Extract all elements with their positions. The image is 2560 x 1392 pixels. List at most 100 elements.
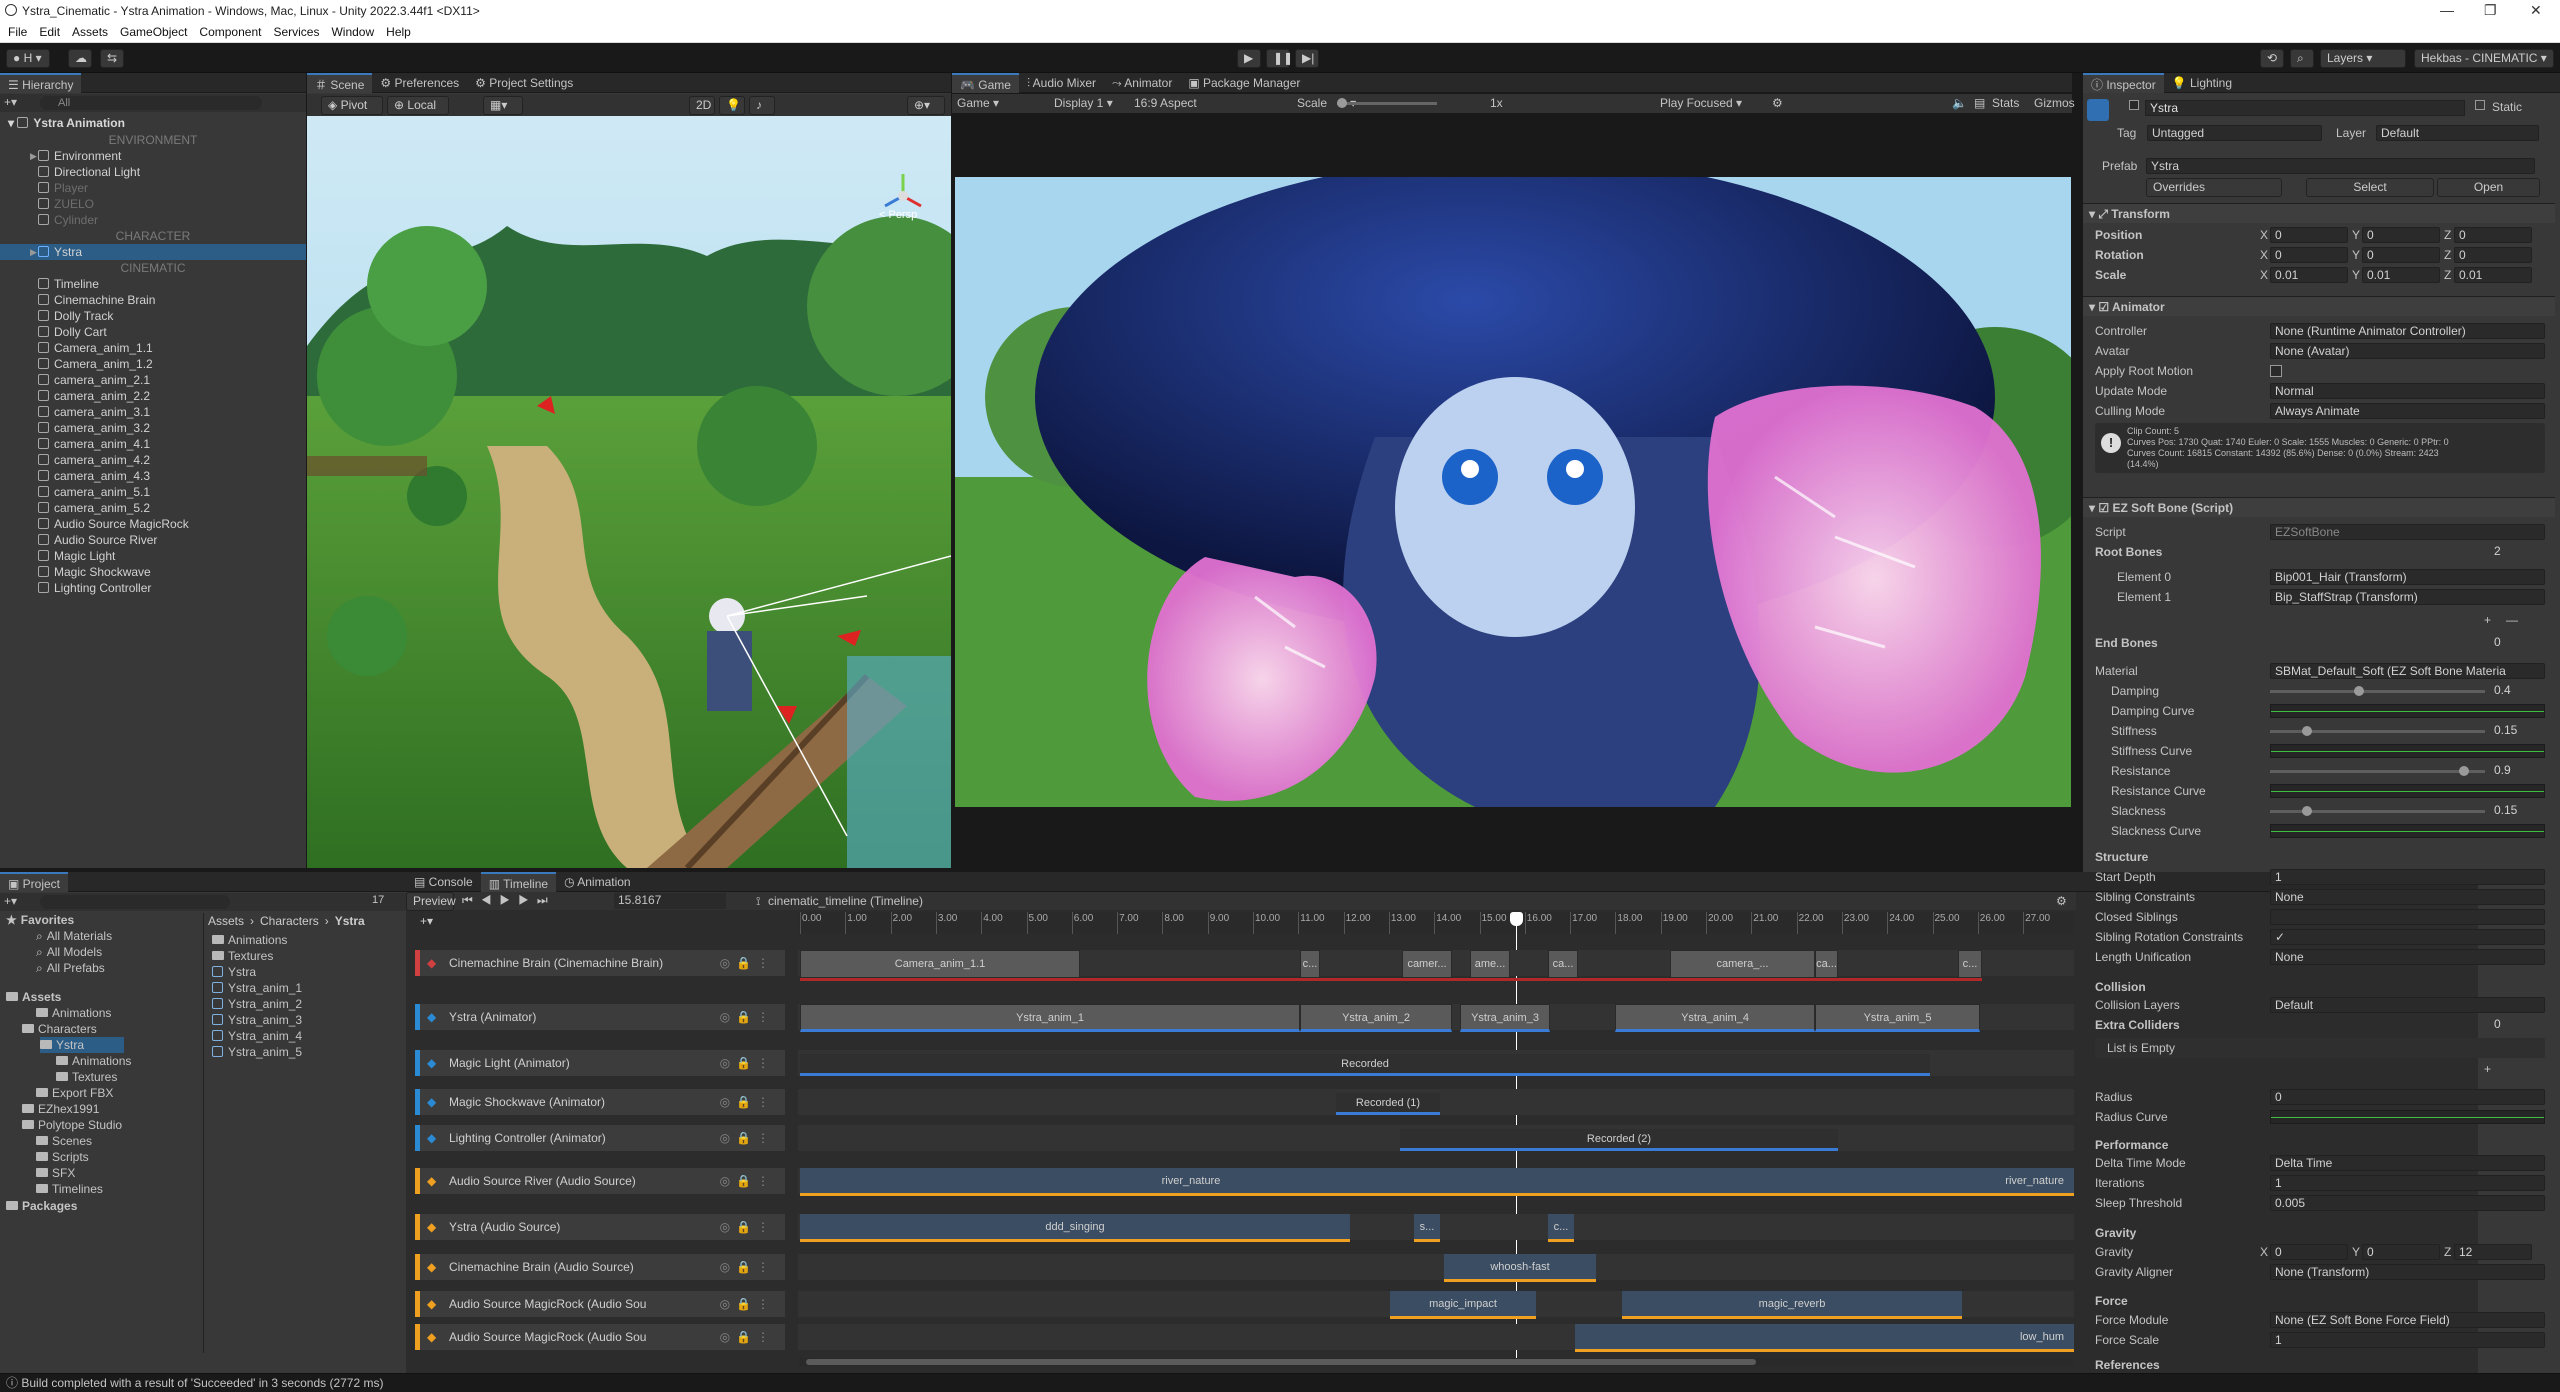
account-button[interactable]: ● H ▾ bbox=[6, 49, 50, 68]
bone-element-field[interactable]: Bip_StaffStrap (Transform) bbox=[2270, 589, 2545, 605]
hierarchy-item[interactable]: Dolly Cart bbox=[0, 324, 306, 340]
tab-preferences[interactable]: ⚙ Preferences bbox=[372, 73, 467, 93]
softbone-header[interactable]: ▾ ☑ EZ Soft Bone (Script) bbox=[2083, 497, 2555, 517]
breadcrumb-assets[interactable]: Assets bbox=[208, 914, 244, 928]
hierarchy-item[interactable]: CHARACTER bbox=[0, 228, 306, 244]
param-value[interactable]: 0.15 bbox=[2490, 723, 2545, 739]
scale-slider-knob[interactable] bbox=[1337, 98, 1347, 108]
hierarchy-item[interactable]: camera_anim_4.3 bbox=[0, 468, 306, 484]
tab-package-manager[interactable]: ▣ Package Manager bbox=[1180, 73, 1308, 93]
stats-icon[interactable]: ▤ bbox=[1974, 94, 1985, 113]
object-name-field[interactable]: Ystra bbox=[2145, 100, 2465, 116]
tab-game[interactable]: 🎮 Game bbox=[952, 72, 1019, 93]
maximize-icon[interactable]: ❐ bbox=[2484, 2, 2497, 19]
timeline-track-header[interactable]: ◆ Ystra (Animator) ◎🔒⋮ bbox=[415, 1004, 785, 1030]
track-controls[interactable]: ◎🔒⋮ bbox=[720, 1291, 775, 1317]
project-tree-item[interactable]: Scripts bbox=[36, 1149, 89, 1165]
active-checkbox[interactable] bbox=[2129, 100, 2139, 110]
gravity-gy-field[interactable]: 0 bbox=[2362, 1244, 2440, 1260]
project-file-item[interactable]: Ystra_anim_4 bbox=[212, 1028, 302, 1044]
hierarchy-item[interactable]: ▶ Ystra bbox=[0, 244, 306, 260]
param-value[interactable]: 0.9 bbox=[2490, 763, 2545, 779]
menu-window[interactable]: Window bbox=[331, 22, 374, 43]
audio-clip[interactable]: magic_reverb bbox=[1622, 1291, 1962, 1319]
local-toggle[interactable]: ⊕ Local bbox=[387, 96, 449, 115]
prefab-field[interactable]: Ystra bbox=[2146, 158, 2535, 174]
tab-scene[interactable]: ＃ Scene bbox=[307, 72, 373, 93]
recorded-clip[interactable]: Recorded (1) bbox=[1336, 1093, 1440, 1115]
timeline-track-header[interactable]: ◆ Cinemachine Brain (Audio Source) ◎🔒⋮ bbox=[415, 1254, 785, 1280]
persp-label[interactable]: < Persp bbox=[879, 209, 917, 221]
foldout-icon[interactable]: ▶ bbox=[30, 244, 37, 260]
animation-clip[interactable]: Ystra_anim_5 bbox=[1815, 1004, 1980, 1032]
audio-clip[interactable]: s... bbox=[1414, 1214, 1440, 1242]
audio-clip[interactable]: c... bbox=[1548, 1214, 1574, 1242]
scene-viewport[interactable]: < Persp bbox=[307, 116, 951, 868]
timeline-settings-icon[interactable]: ⚙ bbox=[2056, 894, 2067, 908]
project-tree-item[interactable]: ⌕ All Materials bbox=[36, 928, 112, 944]
track-controls[interactable]: ◎🔒⋮ bbox=[720, 1089, 775, 1115]
project-tree-item[interactable]: SFX bbox=[36, 1165, 75, 1181]
hierarchy-search-input[interactable]: All bbox=[40, 96, 262, 110]
animation-clip[interactable]: Ystra_anim_1 bbox=[800, 1004, 1300, 1032]
breadcrumb-ystra[interactable]: Ystra bbox=[335, 914, 365, 928]
animator-field[interactable]: Normal bbox=[2270, 383, 2545, 399]
timeline-track-header[interactable]: ◆ Audio Source MagicRock (Audio Sou ◎🔒⋮ bbox=[415, 1324, 785, 1350]
script-field[interactable]: EZSoftBone bbox=[2270, 524, 2545, 540]
hierarchy-item[interactable]: ENVIRONMENT bbox=[0, 132, 306, 148]
collision-layers-field[interactable]: Default bbox=[2270, 997, 2545, 1013]
project-tree-item[interactable]: Assets bbox=[6, 989, 61, 1005]
camera-clip[interactable]: camera_... bbox=[1670, 950, 1815, 978]
timeline-asset-name[interactable]: cinematic_timeline (Timeline) bbox=[768, 894, 923, 908]
lighting-icon[interactable]: 💡 bbox=[719, 96, 745, 115]
track-controls[interactable]: ◎🔒⋮ bbox=[720, 950, 775, 976]
audio-clip[interactable]: river_nature bbox=[1582, 1168, 2074, 1196]
tab-project-settings[interactable]: ⚙ Project Settings bbox=[467, 73, 581, 93]
breadcrumb-characters[interactable]: Characters bbox=[260, 914, 319, 928]
transform-y-field[interactable]: 0 bbox=[2362, 247, 2440, 263]
animation-clip[interactable]: Ystra_anim_2 bbox=[1300, 1004, 1452, 1032]
camera-clip[interactable]: c... bbox=[1300, 950, 1320, 978]
param-slider[interactable] bbox=[2270, 726, 2485, 736]
param-slider-knob[interactable] bbox=[2354, 686, 2364, 696]
hierarchy-item[interactable]: ZUELO bbox=[0, 196, 306, 212]
extra-colliders-field[interactable]: 0 bbox=[2490, 1017, 2545, 1033]
tab-animation[interactable]: ◷ Animation bbox=[556, 872, 639, 892]
cloud-icon[interactable]: ☁ bbox=[68, 49, 92, 68]
animation-clip[interactable]: Ystra_anim_3 bbox=[1460, 1004, 1550, 1032]
layout-dropdown[interactable]: Hekbas - CINEMATIC ▾ bbox=[2414, 49, 2554, 68]
project-tree-item[interactable]: Export FBX bbox=[36, 1085, 113, 1101]
pause-button[interactable]: ❚❚ bbox=[1266, 49, 1293, 68]
hierarchy-item[interactable]: Timeline bbox=[0, 276, 306, 292]
open-button[interactable]: Open bbox=[2437, 178, 2540, 197]
preview-toggle[interactable]: Preview bbox=[406, 892, 456, 911]
menu-services[interactable]: Services bbox=[273, 22, 319, 43]
menu-gameobject[interactable]: GameObject bbox=[120, 22, 187, 43]
audio-clip[interactable]: magic_impact bbox=[1390, 1291, 1536, 1319]
track-controls[interactable]: ◎🔒⋮ bbox=[720, 1214, 775, 1240]
timeline-scrollbar[interactable] bbox=[798, 1358, 2074, 1366]
project-file-item[interactable]: Ystra_anim_3 bbox=[212, 1012, 302, 1028]
structure-field-field[interactable]: 1 bbox=[2270, 869, 2545, 885]
minimize-icon[interactable]: — bbox=[2440, 2, 2454, 18]
project-tree-item[interactable]: ⌕ All Prefabs bbox=[36, 960, 105, 976]
project-tree-item[interactable]: Timelines bbox=[36, 1181, 103, 1197]
status-message[interactable]: Build completed with a result of 'Succee… bbox=[21, 1376, 383, 1390]
radius-curve-field[interactable] bbox=[2270, 1110, 2545, 1124]
bone-element-field[interactable]: Bip001_Hair (Transform) bbox=[2270, 569, 2545, 585]
add-track-icon[interactable]: +▾ bbox=[420, 914, 440, 928]
timeline-track-header[interactable]: ◆ Audio Source MagicRock (Audio Sou ◎🔒⋮ bbox=[415, 1291, 785, 1317]
tag-dropdown[interactable]: Untagged bbox=[2147, 125, 2322, 141]
project-file-item[interactable]: Ystra_anim_2 bbox=[212, 996, 302, 1012]
timeline-scroll-thumb[interactable] bbox=[806, 1359, 1756, 1365]
hierarchy-item[interactable]: camera_anim_3.1 bbox=[0, 404, 306, 420]
param-slider[interactable] bbox=[2270, 686, 2485, 696]
hierarchy-item[interactable]: camera_anim_4.1 bbox=[0, 436, 306, 452]
stats-toggle[interactable]: Stats bbox=[1992, 94, 2019, 113]
curve-field[interactable] bbox=[2270, 744, 2545, 758]
force-module-field[interactable]: None (EZ Soft Bone Force Field) bbox=[2270, 1312, 2545, 1328]
project-file-item[interactable]: Ystra_anim_5 bbox=[212, 1044, 302, 1060]
hierarchy-item[interactable]: CINEMATIC bbox=[0, 260, 306, 276]
layers-dropdown[interactable]: Layers ▾ bbox=[2320, 49, 2406, 68]
audio-clip[interactable]: low_hum bbox=[1575, 1324, 2074, 1352]
